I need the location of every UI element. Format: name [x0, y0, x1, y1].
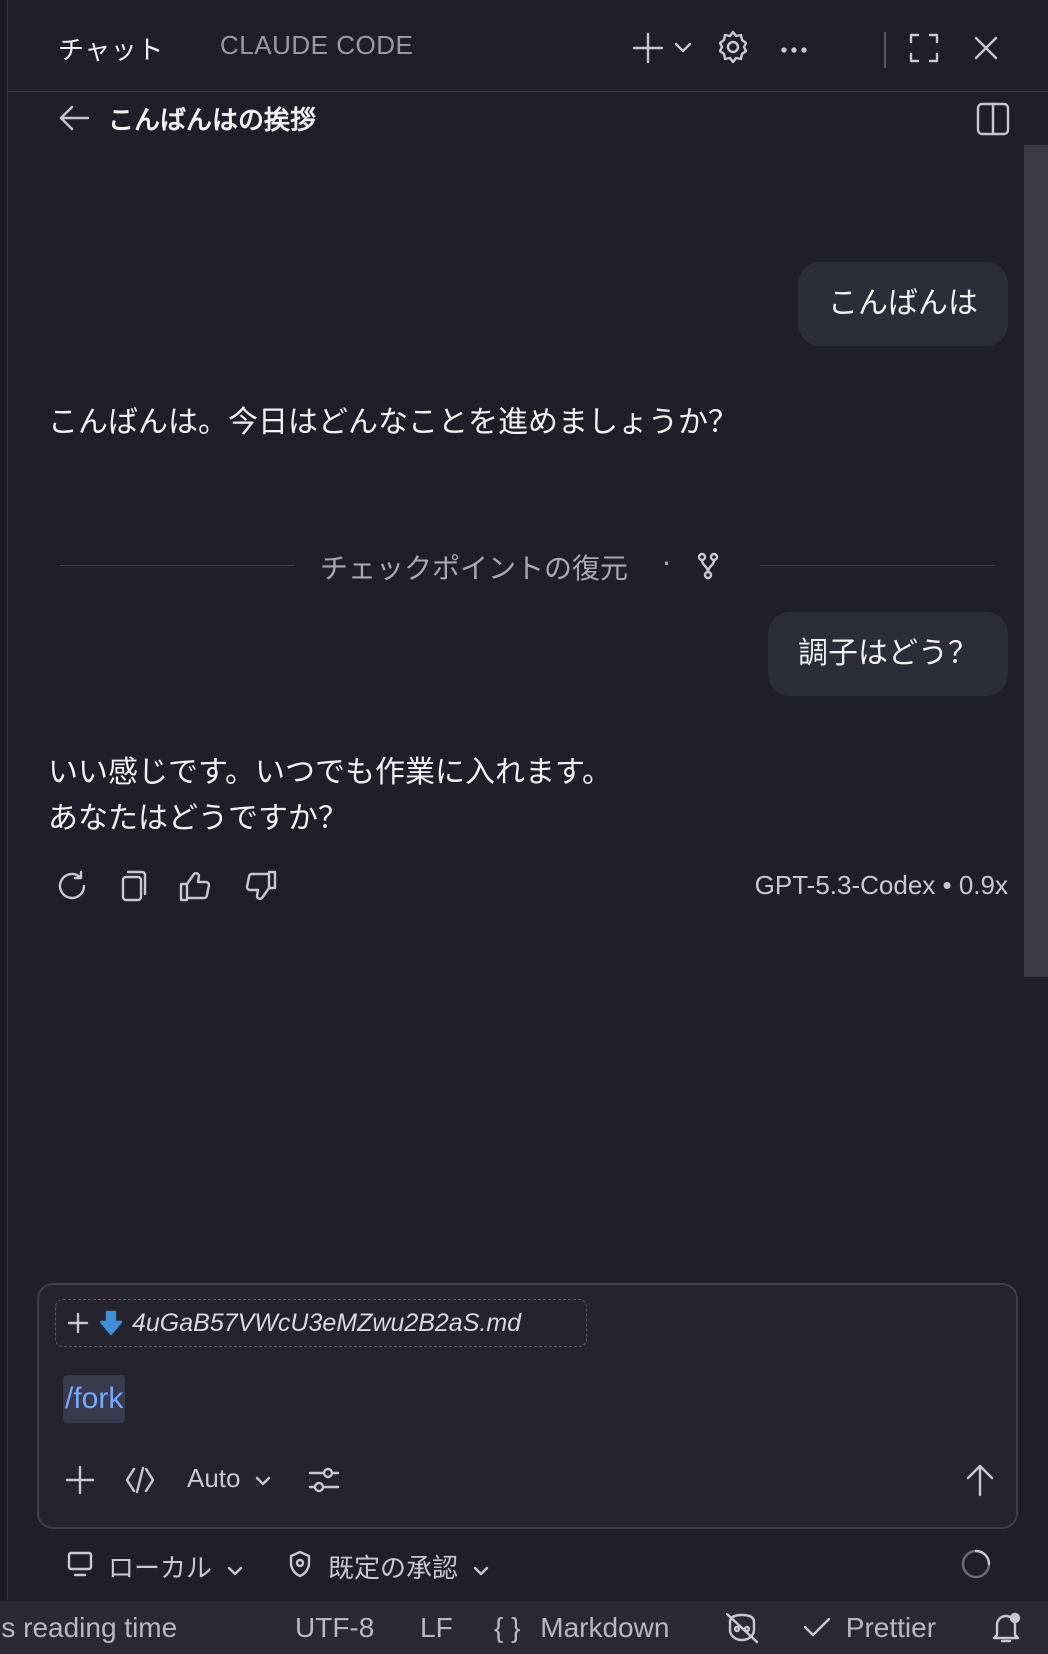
add-context-plus-icon[interactable] — [61, 1461, 99, 1499]
copy-icon[interactable] — [114, 866, 154, 906]
thumbs-up-icon[interactable] — [176, 866, 216, 906]
panel-tab-bar: チャット CLAUDE CODE — [8, 0, 1048, 92]
chevron-down-icon — [255, 1476, 270, 1486]
attachment-chip[interactable]: 4uGaB57VWcU3eMZwu2B2aS.md — [55, 1299, 587, 1347]
gear-icon[interactable] — [712, 26, 754, 68]
composer-toolbar: Auto — [39, 1455, 1016, 1505]
status-bar: 's reading time UTF-8 LF { } Markdown Pr… — [0, 1601, 1048, 1654]
check-icon — [803, 1617, 831, 1637]
back-arrow-icon[interactable] — [54, 100, 94, 136]
spinner-icon — [958, 1546, 994, 1582]
mode-label: Auto — [187, 1463, 241, 1493]
divider-line — [760, 565, 995, 566]
approval-label: 既定の承認 — [328, 1554, 459, 1584]
ellipsis-icon[interactable] — [774, 30, 814, 70]
composer-options: ローカル 既定の承認 — [60, 1540, 1000, 1590]
prettier-status[interactable]: Prettier — [802, 1612, 936, 1644]
bell-icon[interactable] — [986, 1609, 1026, 1647]
monitor-icon — [64, 1548, 96, 1580]
editor-gutter — [0, 0, 8, 1600]
tab-chat[interactable]: チャット — [58, 30, 164, 67]
fork-icon[interactable] — [694, 551, 722, 581]
close-icon[interactable] — [966, 28, 1006, 68]
divider-line — [60, 565, 295, 566]
location-select[interactable]: ローカル — [108, 1548, 244, 1585]
chevron-down-icon — [228, 1566, 243, 1576]
braces-icon: { } — [494, 1612, 521, 1643]
mode-select[interactable]: Auto — [187, 1463, 272, 1494]
attachment-name: 4uGaB57VWcU3eMZwu2B2aS.md — [132, 1308, 522, 1337]
conversation-title: こんばんはの挨拶 — [108, 106, 317, 136]
assistant-message-line: いい感じです。いつでも作業に入れます。 — [48, 755, 612, 790]
composer-input[interactable]: /fork — [63, 1375, 126, 1423]
shield-icon — [284, 1548, 316, 1580]
code-icon[interactable] — [121, 1461, 159, 1499]
chevron-down-icon — [474, 1566, 489, 1576]
checkpoint-label[interactable]: チェックポイントの復元 — [320, 547, 628, 587]
checkpoint-restore[interactable]: チェックポイントの復元 · — [60, 545, 995, 585]
tab-claude-code[interactable]: CLAUDE CODE — [220, 30, 413, 61]
scrollbar[interactable] — [1024, 145, 1048, 977]
toolbar-divider — [884, 32, 886, 68]
split-panel-icon[interactable] — [974, 100, 1012, 138]
composer[interactable]: 4uGaB57VWcU3eMZwu2B2aS.md /fork Auto — [37, 1283, 1018, 1529]
encoding[interactable]: UTF-8 — [295, 1612, 374, 1644]
language-mode[interactable]: { } Markdown — [494, 1612, 669, 1644]
copilot-off-icon[interactable] — [722, 1610, 762, 1646]
thumbs-down-icon[interactable] — [240, 866, 280, 906]
line-ending[interactable]: LF — [420, 1612, 453, 1644]
location-label: ローカル — [108, 1554, 213, 1584]
prettier-label: Prettier — [845, 1612, 937, 1643]
send-arrow-icon[interactable] — [959, 1459, 1001, 1501]
retry-icon[interactable] — [52, 866, 92, 906]
user-message: こんばんは — [798, 262, 1008, 346]
user-message: 調子はどう？ — [768, 612, 1008, 696]
model-info: GPT-5.3-Codex • 0.9x — [754, 870, 1008, 900]
checkpoint-separator: · — [662, 547, 671, 580]
approval-select[interactable]: 既定の承認 — [328, 1548, 490, 1585]
reading-time[interactable]: 's reading time — [0, 1612, 177, 1644]
assistant-message-line: あなたはどうですか？ — [48, 801, 348, 836]
chevron-down-icon[interactable] — [670, 34, 696, 60]
sliders-icon[interactable] — [305, 1461, 343, 1499]
new-chat-plus-icon[interactable] — [628, 28, 668, 68]
maximize-icon[interactable] — [904, 28, 944, 68]
plus-icon[interactable] — [64, 1309, 92, 1337]
language-label: Markdown — [540, 1612, 670, 1643]
assistant-message: いい感じです。いつでも作業に入れます。 あなたはどうですか？ — [48, 750, 612, 842]
download-file-icon — [98, 1308, 124, 1338]
assistant-message: こんばんは。今日はどんなことを進めましょうか？ — [48, 405, 738, 440]
